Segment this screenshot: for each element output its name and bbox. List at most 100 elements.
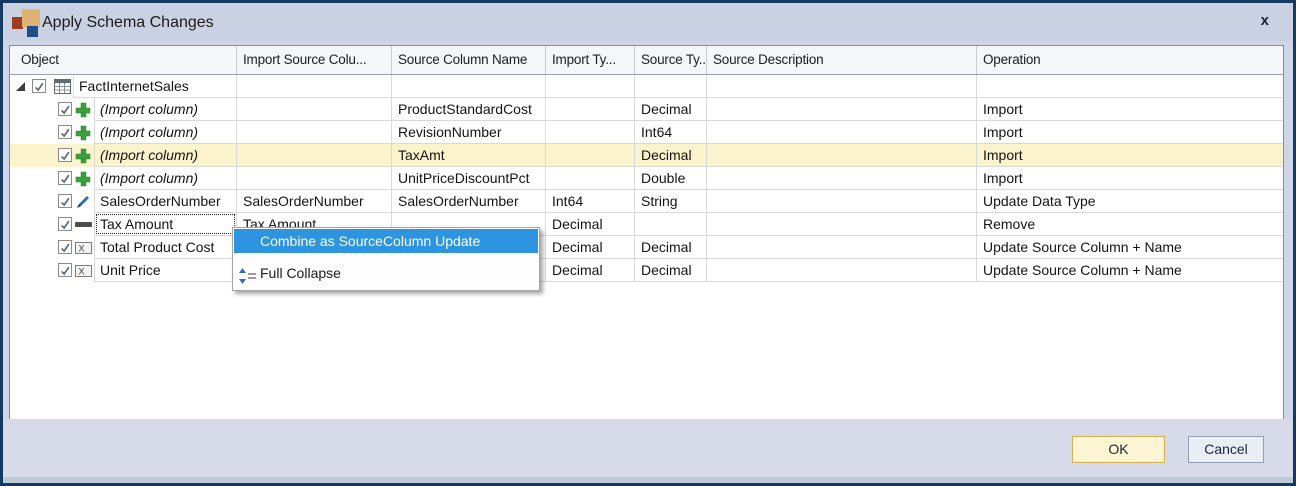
import_type-cell[interactable] — [546, 144, 635, 167]
import_source-cell[interactable] — [237, 75, 392, 98]
object-name-cell[interactable]: Tax Amount — [94, 213, 237, 236]
grid-body: FactInternetSales (Import column) ProductS… — [10, 75, 1283, 282]
operation-cell[interactable] — [977, 75, 1283, 98]
object-name-label: (Import column) — [100, 170, 199, 186]
cancel-button[interactable]: Cancel — [1188, 436, 1264, 463]
source_type-cell[interactable]: Double — [635, 167, 707, 190]
object-name-cell[interactable]: (Import column) — [94, 167, 237, 190]
import_source-cell[interactable] — [237, 121, 392, 144]
row-checkbox[interactable] — [58, 148, 72, 162]
operation-cell[interactable]: Update Source Column + Name — [977, 236, 1283, 259]
window-bottom-edge — [3, 477, 1293, 483]
source_description-cell[interactable] — [707, 75, 977, 98]
source_description-cell[interactable] — [707, 167, 977, 190]
object-cell: (Import column) — [10, 144, 237, 167]
operation-cell[interactable]: Import — [977, 121, 1283, 144]
table-row: Tax Amount Tax Amount Decimal Remove — [10, 213, 1283, 236]
object-name-label: Unit Price — [100, 262, 161, 278]
grid-header: Object Import Source Colu... Source Column… — [10, 46, 1283, 75]
source_description-cell[interactable] — [707, 259, 977, 282]
source_type-cell[interactable]: Decimal — [635, 259, 707, 282]
source_type-cell[interactable] — [635, 75, 707, 98]
close-icon[interactable]: x — [1261, 12, 1269, 29]
import_type-cell[interactable] — [546, 167, 635, 190]
logo-blue-square — [27, 26, 38, 37]
source_description-cell[interactable] — [707, 144, 977, 167]
operation-cell[interactable]: Import — [977, 98, 1283, 121]
row-checkbox[interactable] — [58, 171, 72, 185]
column-header-source_description[interactable]: Source Description — [707, 46, 977, 74]
object-name-label: (Import column) — [100, 124, 199, 140]
table-row: (Import column) ProductStandardCost Decima… — [10, 98, 1283, 121]
object-name-cell[interactable]: (Import column) — [94, 144, 237, 167]
column-header-operation[interactable]: Operation — [977, 46, 1283, 74]
menu-item-combine-as-sourcecolumn-update[interactable]: Combine as SourceColumn Update — [234, 229, 538, 253]
object-name-cell[interactable]: Total Product Cost — [94, 236, 237, 259]
table-row: X Unit Price Decimal Decimal Update Source C… — [10, 259, 1283, 282]
source_type-cell[interactable]: String — [635, 190, 707, 213]
object-name-cell[interactable]: SalesOrderNumber — [94, 190, 237, 213]
row-checkbox[interactable] — [58, 217, 72, 231]
object-cell: (Import column) — [10, 98, 237, 121]
import_source-cell[interactable] — [237, 144, 392, 167]
column-header-object[interactable]: Object — [10, 46, 237, 74]
object-name-cell[interactable]: (Import column) — [94, 98, 237, 121]
import_source-cell[interactable] — [237, 167, 392, 190]
object-name-cell[interactable]: FactInternetSales — [73, 75, 237, 98]
object-name-label: SalesOrderNumber — [100, 193, 221, 209]
operation-cell[interactable]: Update Data Type — [977, 190, 1283, 213]
menu-item-full-collapse[interactable]: Full Collapse — [234, 259, 538, 287]
object-cell: X Total Product Cost — [10, 236, 237, 259]
operation-cell[interactable]: Remove — [977, 213, 1283, 236]
operation-cell[interactable]: Import — [977, 144, 1283, 167]
column-header-import_source[interactable]: Import Source Colu... — [237, 46, 392, 74]
object-name-cell[interactable]: (Import column) — [94, 121, 237, 144]
import_type-cell[interactable] — [546, 75, 635, 98]
row-checkbox[interactable] — [58, 194, 72, 208]
row-checkbox[interactable] — [58, 125, 72, 139]
source_column-cell[interactable]: RevisionNumber — [392, 121, 546, 144]
source_column-cell[interactable]: UnitPriceDiscountPct — [392, 167, 546, 190]
table-row: (Import column) RevisionNumber Int64 Import — [10, 121, 1283, 144]
row-checkbox[interactable] — [32, 79, 46, 93]
source_description-cell[interactable] — [707, 98, 977, 121]
source_type-cell[interactable]: Decimal — [635, 98, 707, 121]
operation-cell[interactable]: Update Source Column + Name — [977, 259, 1283, 282]
object-cell: FactInternetSales — [10, 75, 237, 98]
operation-cell[interactable]: Import — [977, 167, 1283, 190]
row-checkbox[interactable] — [58, 240, 72, 254]
source_description-cell[interactable] — [707, 236, 977, 259]
import_source-cell[interactable]: SalesOrderNumber — [237, 190, 392, 213]
column-header-source_column[interactable]: Source Column Name — [392, 46, 546, 74]
import_type-cell[interactable]: Int64 — [546, 190, 635, 213]
source_column-cell[interactable]: SalesOrderNumber — [392, 190, 546, 213]
object-name-cell[interactable]: Unit Price — [94, 259, 237, 282]
source_type-cell[interactable]: Decimal — [635, 236, 707, 259]
row-checkbox[interactable] — [58, 263, 72, 277]
source_column-cell[interactable]: ProductStandardCost — [392, 98, 546, 121]
source_type-cell[interactable]: Decimal — [635, 144, 707, 167]
source_description-cell[interactable] — [707, 190, 977, 213]
source_column-cell[interactable] — [392, 75, 546, 98]
import_source-cell[interactable] — [237, 98, 392, 121]
column-header-import_type[interactable]: Import Ty... — [546, 46, 635, 74]
object-cell: (Import column) — [10, 121, 237, 144]
source_type-cell[interactable]: Int64 — [635, 121, 707, 144]
import_type-cell[interactable]: Decimal — [546, 236, 635, 259]
column-header-source_type[interactable]: Source Ty... — [635, 46, 707, 74]
logo-tan-square — [22, 9, 40, 27]
import_type-cell[interactable] — [546, 98, 635, 121]
source_type-cell[interactable] — [635, 213, 707, 236]
apply-schema-changes-dialog: Apply Schema Changes x Object Import Sour… — [0, 0, 1296, 486]
source_description-cell[interactable] — [707, 213, 977, 236]
table-row: X Total Product Cost Decimal Decimal Update … — [10, 236, 1283, 259]
object-cell: Tax Amount — [10, 213, 237, 236]
import_type-cell[interactable] — [546, 121, 635, 144]
ok-button[interactable]: OK — [1072, 436, 1165, 463]
source_description-cell[interactable] — [707, 121, 977, 144]
row-checkbox[interactable] — [58, 102, 72, 116]
import_type-cell[interactable]: Decimal — [546, 259, 635, 282]
source_column-cell[interactable]: TaxAmt — [392, 144, 546, 167]
collapse-icon — [239, 265, 256, 293]
import_type-cell[interactable]: Decimal — [546, 213, 635, 236]
